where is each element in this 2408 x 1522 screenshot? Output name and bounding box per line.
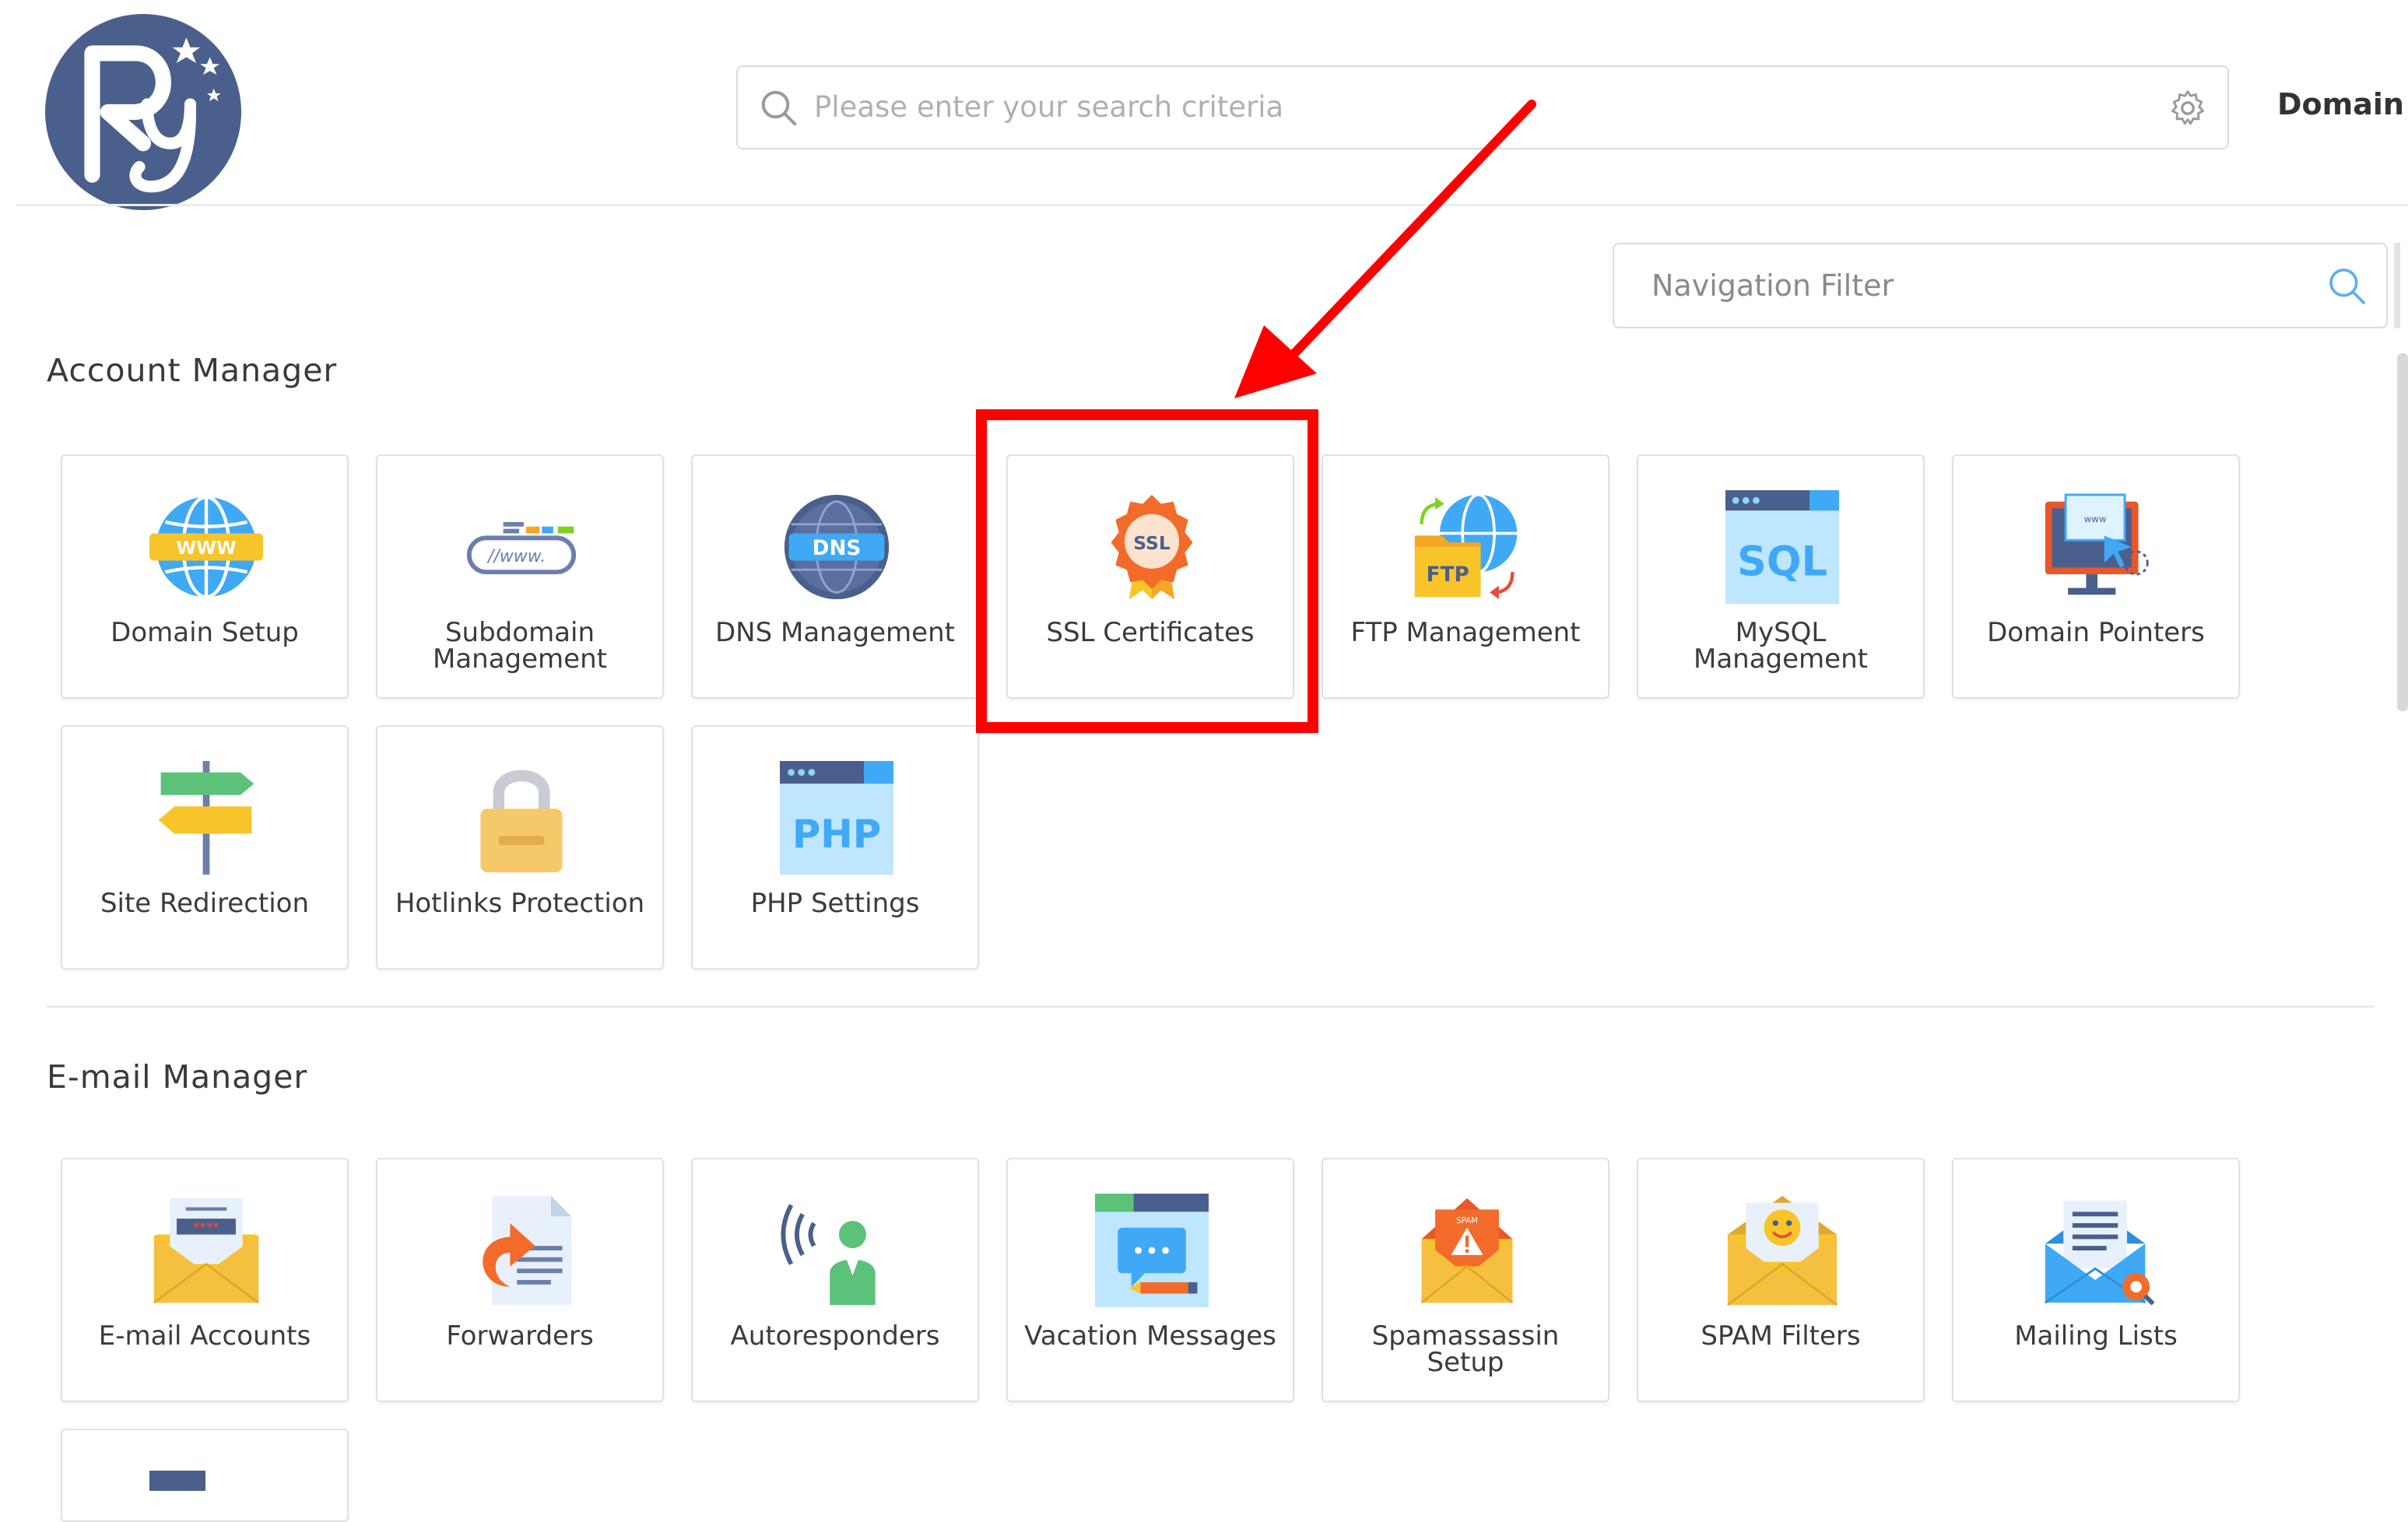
tile-mysql-management[interactable]: SQL MySQL Management [1637, 454, 1925, 699]
svg-text://www.: //www. [486, 547, 546, 566]
spam-warning-envelope-icon: SPAM [1410, 1194, 1524, 1307]
panel-edge [2394, 243, 2400, 328]
tile-label: Spamassassin Setup [1371, 1320, 1560, 1378]
dns-globe-icon: DNS [780, 490, 893, 604]
autoresponder-icon [780, 1194, 893, 1307]
partial-tile-icon [149, 1471, 205, 1491]
tile-subdomain-management[interactable]: //www. Subdomain Management [376, 454, 664, 699]
tile-label: SPAM Filters [1701, 1320, 1861, 1352]
tile-label: FTP Management [1350, 617, 1581, 648]
annotation-highlight-box [976, 409, 1318, 733]
header-divider [16, 204, 2408, 206]
svg-text:****: **** [193, 1219, 219, 1234]
padlock-icon [465, 761, 578, 875]
svg-text:FTP: FTP [1427, 563, 1469, 587]
vacation-chat-icon [1095, 1194, 1209, 1307]
tile-domain-pointers[interactable]: www Domain Pointers [1952, 454, 2240, 699]
tile-label: Autoresponders [730, 1320, 940, 1352]
tile-label: DNS Management [715, 617, 955, 648]
section-title-email-manager: E-mail Manager [47, 1058, 308, 1096]
php-window-icon: PHP [780, 761, 893, 875]
tile-label: Forwarders [446, 1320, 594, 1352]
section-divider [47, 1005, 2374, 1008]
search-icon [761, 90, 797, 126]
tile-autoresponders[interactable]: Autoresponders [691, 1158, 979, 1402]
tile-label: MySQL Management [1694, 617, 1868, 675]
tile-partial[interactable] [61, 1429, 349, 1522]
tile-site-redirection[interactable]: Site Redirection [61, 725, 349, 970]
search-input[interactable]: Please enter your search criteria [814, 67, 1283, 148]
signpost-icon [149, 761, 263, 875]
tile-spam-filters[interactable]: SPAM Filters [1637, 1158, 1925, 1402]
section-title-account-manager: Account Manager [47, 352, 338, 389]
tile-label: Hotlinks Protection [395, 888, 645, 919]
tile-spamassassin-setup[interactable]: SPAM Spamassassin Setup [1322, 1158, 1609, 1402]
navigation-filter[interactable]: Navigation Filter [1613, 243, 2388, 328]
tile-forwarders[interactable]: Forwarders [376, 1158, 664, 1402]
tile-label: PHP Settings [750, 888, 920, 919]
navigation-filter-input[interactable]: Navigation Filter [1652, 244, 1894, 327]
globe-www-icon: WWW [149, 490, 263, 604]
logo [45, 14, 241, 210]
svg-text:SPAM: SPAM [1456, 1217, 1478, 1226]
scrollbar[interactable] [2397, 353, 2408, 711]
tile-label: Site Redirection [100, 888, 310, 919]
mailing-list-icon [2041, 1194, 2154, 1307]
forward-document-icon [465, 1194, 578, 1307]
search-icon[interactable] [2326, 265, 2369, 308]
svg-text:PHP: PHP [792, 812, 881, 857]
subdomain-www-icon: //www. [465, 490, 578, 604]
ftp-folder-icon: FTP [1410, 490, 1524, 604]
tile-label: Vacation Messages [1024, 1320, 1276, 1352]
search-bar[interactable]: Please enter your search criteria [736, 65, 2229, 149]
email-password-icon: **** [149, 1194, 263, 1307]
domain-label[interactable]: Domain [2277, 87, 2404, 121]
svg-text:www: www [2084, 514, 2107, 524]
tile-label: Domain Setup [111, 617, 299, 648]
sql-database-icon: SQL [1725, 490, 1839, 604]
tile-domain-setup[interactable]: WWW Domain Setup [61, 454, 349, 699]
svg-text:WWW: WWW [176, 537, 237, 559]
spam-filter-smiley-icon [1725, 1194, 1839, 1307]
tile-label: Mailing Lists [2014, 1320, 2178, 1352]
tile-mailing-lists[interactable]: Mailing Lists [1952, 1158, 2240, 1402]
tile-label: Domain Pointers [1987, 617, 2205, 648]
tile-dns-management[interactable]: DNS DNS Management [691, 454, 979, 699]
tile-ftp-management[interactable]: FTP FTP Management [1322, 454, 1609, 699]
tile-php-settings[interactable]: PHP PHP Settings [691, 725, 979, 970]
tile-vacation-messages[interactable]: Vacation Messages [1006, 1158, 1294, 1402]
gear-icon[interactable] [2167, 87, 2209, 129]
tile-label: Subdomain Management [433, 617, 607, 675]
tile-hotlinks-protection[interactable]: Hotlinks Protection [376, 725, 664, 970]
svg-text:DNS: DNS [813, 537, 862, 560]
tile-label: E-mail Accounts [98, 1320, 311, 1352]
tile-email-accounts[interactable]: **** E-mail Accounts [61, 1158, 349, 1402]
domain-pointer-icon: www [2041, 490, 2154, 604]
svg-text:SQL: SQL [1737, 538, 1827, 586]
logo-monogram-icon [84, 37, 221, 193]
